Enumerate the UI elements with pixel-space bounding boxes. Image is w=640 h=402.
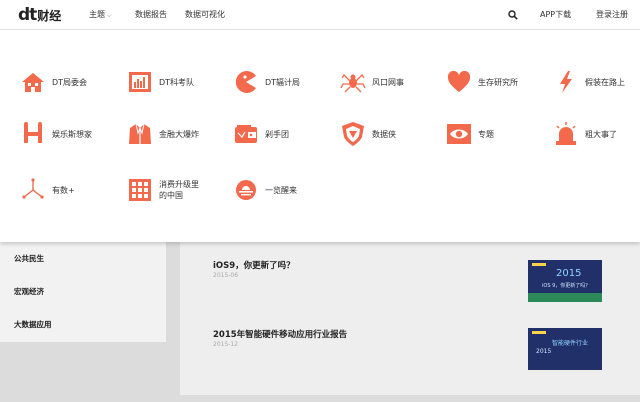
eye-icon [447, 124, 471, 144]
wallet-icon [235, 125, 257, 143]
sunrise-icon [236, 180, 256, 200]
login-register-link[interactable]: 登录注册 [596, 0, 628, 30]
topic-label: 金融大爆炸 [159, 129, 199, 139]
topic-consumption-upgrade-china[interactable]: 消费升级里 的中国 [127, 177, 199, 203]
topic-label: 娱乐斯想家 [52, 129, 92, 139]
topic-entertainment-thinker[interactable]: 娱乐斯想家 [20, 121, 92, 147]
thumbnail-subtext: 2015 [536, 348, 552, 355]
article-date: 2015-12 [213, 341, 239, 348]
topic-shopping-group[interactable]: 剁手团 [233, 121, 289, 147]
lightning-icon [560, 71, 572, 93]
app-download-link[interactable]: APP下载 [540, 0, 571, 30]
sidebar-item-big-data[interactable]: 大数据应用 [14, 319, 52, 330]
axes-icon [22, 178, 44, 199]
thumbnail-decoration [528, 293, 602, 302]
article-title[interactable]: iOS9，你更新了吗？ [213, 259, 295, 271]
topic-dt-committee[interactable]: DT局委会 [20, 69, 87, 95]
chevron-down-icon: ⌵ [107, 12, 112, 19]
topic-wind-web-affairs[interactable]: 风口网事 [340, 69, 404, 95]
topic-label: DT局委会 [52, 77, 88, 87]
house-icon [22, 73, 44, 92]
topic-label: 风口网事 [372, 77, 404, 87]
search-icon[interactable] [508, 10, 518, 20]
sidebar-item-public-livelihood[interactable]: 公共民生 [14, 253, 44, 264]
grid-icon [129, 179, 151, 201]
article-title[interactable]: 2015年智能硬件移动应用行业报告 [213, 328, 347, 340]
topic-wake-up-overview[interactable]: 一览醒来 [233, 177, 297, 203]
topic-label: DT辐计局 [265, 77, 301, 87]
topics-dropdown: DT局委会 DT科考队 DT辐计局 风口网事 生存研究所 假装在路上 娱乐斯想家… [0, 30, 640, 242]
logo-mark: dt [18, 5, 37, 25]
topic-dt-statistics-bureau[interactable]: DT辐计局 [233, 69, 300, 95]
nav-data-visualization[interactable]: 数据可视化 [185, 0, 225, 30]
topic-label: 有数+ [52, 185, 75, 195]
h-icon [24, 122, 42, 143]
topic-label: 粗大事了 [585, 129, 617, 139]
nav-data-reports[interactable]: 数据报告 [135, 0, 167, 30]
logo-text: 财经 [37, 9, 62, 23]
topic-label: DT科考队 [159, 77, 195, 87]
site-logo[interactable]: dt 财经 [18, 5, 61, 25]
thumbnail-logo [532, 331, 546, 334]
topic-special-topics[interactable]: 专题 [446, 121, 494, 147]
topic-label: 假装在路上 [585, 77, 625, 87]
heart-icon [447, 70, 471, 92]
topic-finance-explosion[interactable]: 金融大爆炸 [127, 121, 199, 147]
topic-data-hero[interactable]: 数据侠 [340, 121, 396, 147]
topic-label: 专题 [478, 129, 494, 139]
thumbnail-subtext: iOS 9，你更新了吗？ [542, 283, 591, 289]
article-thumbnail[interactable]: 2015 iOS 9，你更新了吗？ [528, 260, 602, 302]
sidebar-item-macro-economy[interactable]: 宏观经济 [14, 286, 44, 297]
chart-screen-icon [129, 72, 151, 92]
thumbnail-logo [532, 263, 546, 266]
topic-youshu-plus[interactable]: 有数+ [20, 177, 75, 203]
thumbnail-text: 2015 [556, 268, 582, 279]
thumbnail-text: 智能硬件行业 [552, 340, 589, 347]
topic-label: 剁手团 [265, 129, 289, 139]
topic-label-line: 消费升级里 [159, 180, 199, 189]
nav-topics[interactable]: 主题 ⌵ [89, 0, 112, 30]
topic-big-trouble[interactable]: 粗大事了 [553, 121, 617, 147]
topic-label: 生存研究所 [478, 77, 518, 87]
siren-icon [556, 122, 576, 145]
topic-label: 数据侠 [372, 129, 396, 139]
topic-pretend-traveling[interactable]: 假装在路上 [553, 69, 625, 95]
jacket-icon [129, 123, 151, 144]
spider-icon [340, 73, 366, 93]
shield-icon [342, 122, 364, 146]
topic-label: 一览醒来 [265, 185, 297, 195]
nav-topics-label: 主题 [89, 10, 105, 19]
topic-label: 消费升级里 的中国 [159, 179, 199, 201]
top-header: dt 财经 主题 ⌵ 数据报告 数据可视化 APP下载 登录注册 [0, 0, 640, 30]
article-date: 2015-06 [213, 272, 239, 279]
category-sidebar: 公共民生 宏观经济 大数据应用 [0, 240, 166, 342]
topic-label-line: 的中国 [159, 191, 183, 200]
topic-dt-research-team[interactable]: DT科考队 [127, 69, 194, 95]
article-thumbnail[interactable]: 智能硬件行业 2015 [528, 328, 602, 370]
pacman-icon [235, 71, 256, 93]
topic-survival-institute[interactable]: 生存研究所 [446, 69, 518, 95]
